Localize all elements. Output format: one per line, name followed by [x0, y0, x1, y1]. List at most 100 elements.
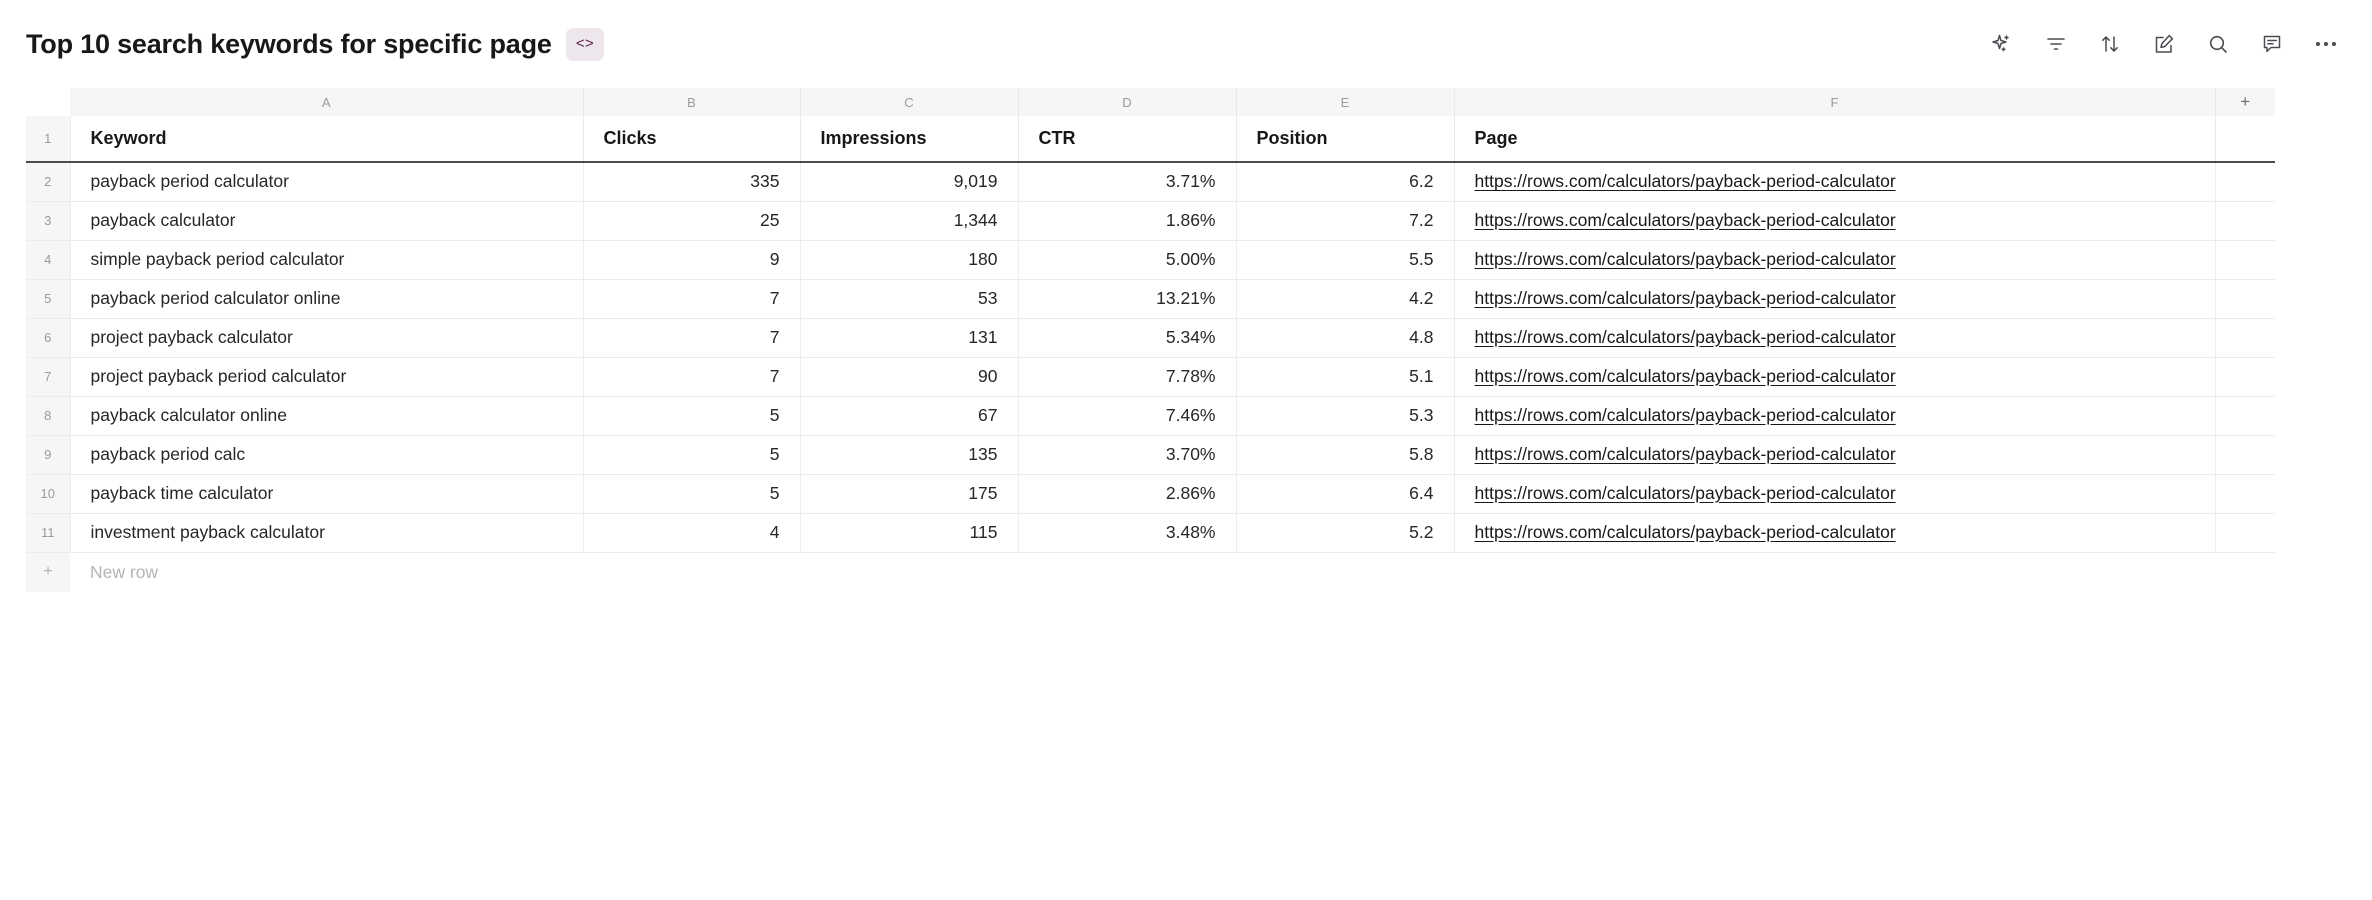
- header-cell-keyword[interactable]: Keyword: [70, 116, 584, 163]
- cell-ctr[interactable]: 5.00%: [1018, 240, 1237, 280]
- table-row[interactable]: 11 investment payback calculator 4 115 3.48%…: [26, 513, 2275, 553]
- cell-clicks[interactable]: 7: [583, 357, 801, 397]
- cell-position[interactable]: 5.8: [1236, 435, 1455, 475]
- new-row-plus-icon[interactable]: +: [26, 552, 70, 592]
- ai-sparkle-icon[interactable]: [1982, 24, 2022, 64]
- cell-ctr[interactable]: 3.48%: [1018, 513, 1237, 553]
- cell-keyword[interactable]: payback calculator: [70, 201, 584, 241]
- row-number[interactable]: 2: [26, 162, 71, 202]
- table-row[interactable]: 4 simple payback period calculator 9 180 5.0…: [26, 240, 2275, 280]
- new-row-label[interactable]: New row: [70, 552, 2275, 592]
- page-url-link[interactable]: https://rows.com/calculators/payback-per…: [1475, 483, 1896, 503]
- code-badge[interactable]: <>: [565, 27, 604, 61]
- cell-keyword[interactable]: payback period calculator online: [70, 279, 584, 319]
- cell-clicks[interactable]: 5: [583, 435, 801, 475]
- cell-impressions[interactable]: 131: [800, 318, 1019, 358]
- cell-impressions[interactable]: 90: [800, 357, 1019, 397]
- cell-clicks[interactable]: 25: [583, 201, 801, 241]
- cell-position[interactable]: 5.3: [1236, 396, 1455, 436]
- table-row[interactable]: 8 payback calculator online 5 67 7.46% 5.3 htt…: [26, 396, 2275, 436]
- header-cell-clicks[interactable]: Clicks: [583, 116, 801, 163]
- new-row[interactable]: + New row: [26, 552, 2275, 592]
- cell-ctr[interactable]: 13.21%: [1018, 279, 1237, 319]
- row-number-1[interactable]: 1: [26, 116, 71, 163]
- table-row[interactable]: 5 payback period calculator online 7 53 13.2…: [26, 279, 2275, 319]
- cell-keyword[interactable]: project payback calculator: [70, 318, 584, 358]
- page-url-link[interactable]: https://rows.com/calculators/payback-per…: [1475, 210, 1896, 230]
- cell-ctr[interactable]: 3.71%: [1018, 162, 1237, 202]
- cell-page[interactable]: https://rows.com/calculators/payback-per…: [1454, 513, 2216, 553]
- cell-clicks[interactable]: 5: [583, 474, 801, 514]
- cell-keyword[interactable]: investment payback calculator: [70, 513, 584, 553]
- cell-ctr[interactable]: 5.34%: [1018, 318, 1237, 358]
- cell-impressions[interactable]: 175: [800, 474, 1019, 514]
- cell-page[interactable]: https://rows.com/calculators/payback-per…: [1454, 474, 2216, 514]
- row-number[interactable]: 8: [26, 396, 71, 436]
- table-row[interactable]: 3 payback calculator 25 1,344 1.86% 7.2 https:…: [26, 201, 2275, 241]
- table-row[interactable]: 2 payback period calculator 335 9,019 3.71% 6…: [26, 162, 2275, 202]
- comment-icon[interactable]: [2252, 24, 2292, 64]
- cell-page[interactable]: https://rows.com/calculators/payback-per…: [1454, 396, 2216, 436]
- cell-position[interactable]: 6.2: [1236, 162, 1455, 202]
- page-url-link[interactable]: https://rows.com/calculators/payback-per…: [1475, 405, 1896, 425]
- table-row[interactable]: 10 payback time calculator 5 175 2.86% 6.4 htt…: [26, 474, 2275, 514]
- cell-clicks[interactable]: 9: [583, 240, 801, 280]
- cell-ctr[interactable]: 2.86%: [1018, 474, 1237, 514]
- cell-ctr[interactable]: 3.70%: [1018, 435, 1237, 475]
- cell-page[interactable]: https://rows.com/calculators/payback-per…: [1454, 435, 2216, 475]
- cell-page[interactable]: https://rows.com/calculators/payback-per…: [1454, 201, 2216, 241]
- cell-position[interactable]: 5.1: [1236, 357, 1455, 397]
- cell-keyword[interactable]: payback period calc: [70, 435, 584, 475]
- cell-keyword[interactable]: project payback period calculator: [70, 357, 584, 397]
- cell-page[interactable]: https://rows.com/calculators/payback-per…: [1454, 357, 2216, 397]
- cell-clicks[interactable]: 335: [583, 162, 801, 202]
- row-number[interactable]: 3: [26, 201, 71, 241]
- row-number[interactable]: 5: [26, 279, 71, 319]
- cell-impressions[interactable]: 67: [800, 396, 1019, 436]
- row-number[interactable]: 11: [26, 513, 71, 553]
- row-number[interactable]: 9: [26, 435, 71, 475]
- row-number[interactable]: 7: [26, 357, 71, 397]
- add-column-button[interactable]: +: [2215, 88, 2275, 116]
- cell-impressions[interactable]: 1,344: [800, 201, 1019, 241]
- more-options-icon[interactable]: [2306, 24, 2346, 64]
- page-url-link[interactable]: https://rows.com/calculators/payback-per…: [1475, 249, 1896, 269]
- cell-page[interactable]: https://rows.com/calculators/payback-per…: [1454, 162, 2216, 202]
- column-letter-e[interactable]: E: [1236, 88, 1455, 116]
- cell-page[interactable]: https://rows.com/calculators/payback-per…: [1454, 318, 2216, 358]
- cell-keyword[interactable]: payback calculator online: [70, 396, 584, 436]
- edit-icon[interactable]: [2144, 24, 2184, 64]
- cell-page[interactable]: https://rows.com/calculators/payback-per…: [1454, 279, 2216, 319]
- header-cell-page[interactable]: Page: [1454, 116, 2216, 163]
- cell-keyword[interactable]: simple payback period calculator: [70, 240, 584, 280]
- header-cell-position[interactable]: Position: [1236, 116, 1455, 163]
- cell-impressions[interactable]: 180: [800, 240, 1019, 280]
- cell-position[interactable]: 4.2: [1236, 279, 1455, 319]
- page-url-link[interactable]: https://rows.com/calculators/payback-per…: [1475, 171, 1896, 191]
- row-number[interactable]: 4: [26, 240, 71, 280]
- header-cell-ctr[interactable]: CTR: [1018, 116, 1237, 163]
- cell-impressions[interactable]: 53: [800, 279, 1019, 319]
- cell-position[interactable]: 5.5: [1236, 240, 1455, 280]
- table-row[interactable]: 7 project payback period calculator 7 90 7.7…: [26, 357, 2275, 397]
- cell-impressions[interactable]: 135: [800, 435, 1019, 475]
- row-number[interactable]: 6: [26, 318, 71, 358]
- header-cell-impressions[interactable]: Impressions: [800, 116, 1019, 163]
- search-icon[interactable]: [2198, 24, 2238, 64]
- cell-clicks[interactable]: 7: [583, 318, 801, 358]
- column-letter-d[interactable]: D: [1018, 88, 1237, 116]
- row-number[interactable]: 10: [26, 474, 71, 514]
- cell-ctr[interactable]: 7.46%: [1018, 396, 1237, 436]
- page-url-link[interactable]: https://rows.com/calculators/payback-per…: [1475, 522, 1896, 542]
- cell-clicks[interactable]: 5: [583, 396, 801, 436]
- table-row[interactable]: 6 project payback calculator 7 131 5.34% 4.8 h…: [26, 318, 2275, 358]
- cell-position[interactable]: 6.4: [1236, 474, 1455, 514]
- page-url-link[interactable]: https://rows.com/calculators/payback-per…: [1475, 444, 1896, 464]
- column-letter-f[interactable]: F: [1454, 88, 2216, 116]
- table-row[interactable]: 9 payback period calc 5 135 3.70% 5.8 https://…: [26, 435, 2275, 475]
- cell-keyword[interactable]: payback period calculator: [70, 162, 584, 202]
- column-letter-a[interactable]: A: [70, 88, 584, 116]
- filter-icon[interactable]: [2036, 24, 2076, 64]
- cell-clicks[interactable]: 4: [583, 513, 801, 553]
- cell-clicks[interactable]: 7: [583, 279, 801, 319]
